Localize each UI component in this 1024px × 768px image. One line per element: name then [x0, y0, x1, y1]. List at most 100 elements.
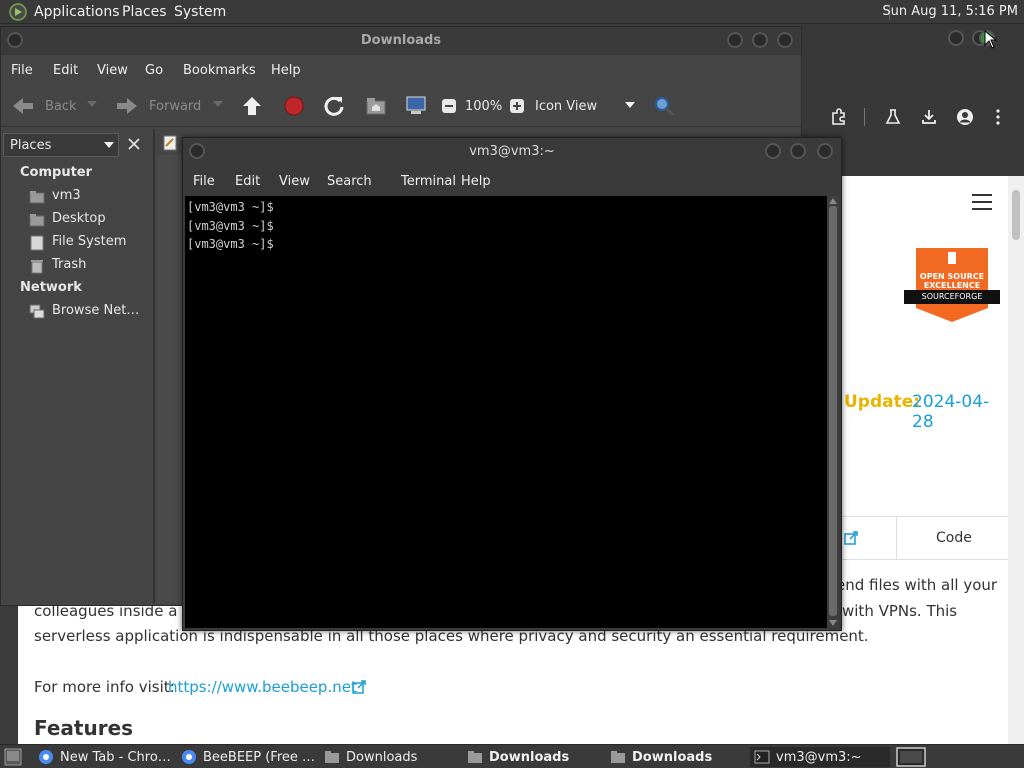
- more-info-link[interactable]: https://www.beebeep.net: [168, 678, 357, 696]
- up-arrow-icon[interactable]: [241, 95, 263, 117]
- sidebar-close-icon[interactable]: [127, 137, 141, 151]
- applications-menu-icon[interactable]: [9, 3, 27, 21]
- sidebar-item-desktop[interactable]: Desktop: [29, 210, 149, 230]
- workspace-switcher-icon[interactable]: [896, 747, 926, 767]
- sidebar-item-label: Desktop: [52, 211, 106, 226]
- fm-titlebar[interactable]: Downloads: [1, 27, 801, 55]
- sidebar-dropdown-icon: [104, 142, 114, 148]
- location-edit-icon[interactable]: [163, 135, 177, 151]
- update-label: Update:: [844, 392, 921, 412]
- fm-menu-edit[interactable]: Edit: [53, 63, 78, 78]
- fm-window-menu-button[interactable]: [7, 32, 23, 48]
- task-downloads-1[interactable]: Downloads: [324, 747, 460, 767]
- fm-menu-bookmarks[interactable]: Bookmarks: [183, 63, 256, 78]
- zoom-in-icon[interactable]: [509, 98, 525, 114]
- more-info-external-icon: [352, 680, 366, 694]
- show-desktop-icon[interactable]: [4, 748, 22, 766]
- tab-code[interactable]: Code: [936, 530, 972, 546]
- scroll-up-icon[interactable]: [829, 198, 837, 204]
- browser-scroll-thumb[interactable]: [1012, 190, 1020, 240]
- term-menu-view[interactable]: View: [279, 174, 310, 189]
- terminal-maximize-button[interactable]: [790, 143, 806, 159]
- term-menu-terminal[interactable]: Terminal: [401, 174, 456, 189]
- browser-minimize-button[interactable]: [948, 30, 964, 46]
- stop-icon[interactable]: [283, 95, 305, 117]
- task-label: New Tab - Chro…: [60, 749, 171, 765]
- sidebar-item-trash[interactable]: Trash: [29, 256, 149, 276]
- terminal-menubar: File Edit View Search Terminal Help: [183, 168, 841, 194]
- chrome-icon: [39, 750, 53, 764]
- fm-menu-file[interactable]: File: [11, 63, 33, 78]
- labs-flask-icon[interactable]: [884, 108, 902, 126]
- task-terminal[interactable]: vm3@vm3:~: [750, 747, 890, 767]
- back-dropdown-icon[interactable]: [87, 101, 97, 109]
- task-label: Downloads: [346, 749, 418, 765]
- sidebar-section-network: Network: [20, 280, 82, 295]
- badge-brand: SOURCEFORGE: [921, 292, 983, 301]
- forward-arrow-icon[interactable]: [115, 96, 139, 116]
- search-icon[interactable]: [653, 95, 675, 117]
- applications-menu[interactable]: Applications: [34, 4, 120, 20]
- forward-dropdown-icon[interactable]: [213, 101, 223, 109]
- sidebar-item-file-system[interactable]: File System: [29, 233, 149, 253]
- browser-scrollbar[interactable]: [1008, 176, 1024, 744]
- terminal-scrollbar[interactable]: [827, 196, 839, 628]
- reload-icon[interactable]: [323, 95, 345, 117]
- extensions-icon[interactable]: [830, 108, 848, 126]
- back-button[interactable]: Back: [45, 99, 77, 114]
- term-menu-edit[interactable]: Edit: [235, 174, 260, 189]
- folder-icon: [468, 751, 482, 763]
- terminal-screen[interactable]: [vm3@vm3 ~]$ [vm3@vm3 ~]$ [vm3@vm3 ~]$: [185, 196, 827, 628]
- fm-menu-view[interactable]: View: [97, 63, 128, 78]
- terminal-icon: [754, 750, 770, 764]
- task-downloads-3[interactable]: Downloads: [610, 747, 746, 767]
- update-date: 2024-04-28: [912, 392, 990, 432]
- fm-maximize-button[interactable]: [752, 32, 768, 48]
- task-new-tab-chrome[interactable]: New Tab - Chro…: [38, 747, 174, 767]
- hamburger-menu-icon[interactable]: [972, 194, 994, 210]
- terminal-scroll-thumb[interactable]: [829, 206, 837, 616]
- view-mode-select[interactable]: Icon View: [535, 99, 597, 114]
- scroll-down-icon[interactable]: [829, 620, 837, 626]
- term-menu-search[interactable]: Search: [327, 174, 372, 189]
- fm-sidebar: Places Computer vm3 Desktop File System: [3, 129, 151, 603]
- more-info-label: For more info visit:: [34, 678, 175, 696]
- sidebar-section-computer: Computer: [20, 165, 93, 180]
- back-arrow-icon[interactable]: [11, 96, 35, 116]
- profile-icon[interactable]: [956, 108, 974, 126]
- zoom-level: 100%: [465, 99, 503, 114]
- system-menu[interactable]: System: [174, 4, 226, 20]
- folder-icon: [325, 751, 339, 763]
- computer-icon[interactable]: [405, 95, 427, 117]
- term-menu-help[interactable]: Help: [461, 174, 491, 189]
- top-panel: Applications Places System Sun Aug 11, 5…: [0, 0, 1024, 24]
- forward-button[interactable]: Forward: [149, 99, 201, 114]
- sidebar-splitter[interactable]: [153, 129, 155, 603]
- description-fragment-1: end files with all your: [836, 576, 998, 594]
- places-menu[interactable]: Places: [122, 4, 167, 20]
- zoom-out-icon[interactable]: [441, 98, 457, 114]
- task-downloads-2[interactable]: Downloads: [467, 747, 603, 767]
- network-icon: [29, 304, 45, 319]
- sidebar-item-vm3[interactable]: vm3: [29, 187, 149, 207]
- home-folder-icon[interactable]: [365, 95, 387, 117]
- clock[interactable]: Sun Aug 11, 5:16 PM: [882, 4, 1018, 19]
- terminal-close-button[interactable]: [817, 143, 833, 159]
- terminal-line: [vm3@vm3 ~]$: [187, 200, 274, 214]
- sidebar-places-select[interactable]: Places: [3, 133, 119, 157]
- fm-minimize-button[interactable]: [727, 32, 743, 48]
- task-beebeep[interactable]: BeeBEEP (Free …: [181, 747, 317, 767]
- download-icon[interactable]: [920, 108, 938, 126]
- view-mode-dropdown-icon[interactable]: [625, 102, 635, 110]
- term-menu-file[interactable]: File: [193, 174, 215, 189]
- fm-menu-help[interactable]: Help: [271, 63, 301, 78]
- task-label: Downloads: [489, 749, 570, 765]
- fm-close-button[interactable]: [777, 32, 793, 48]
- terminal-minimize-button[interactable]: [765, 143, 781, 159]
- terminal-titlebar[interactable]: vm3@vm3:~: [183, 138, 841, 166]
- terminal-window-menu-button[interactable]: [189, 143, 205, 159]
- sidebar-item-browse-network[interactable]: Browse Net…: [29, 302, 149, 322]
- fm-menubar: File Edit View Go Bookmarks Help: [1, 57, 801, 83]
- fm-menu-go[interactable]: Go: [145, 63, 163, 78]
- browser-menu-icon[interactable]: [994, 108, 1002, 126]
